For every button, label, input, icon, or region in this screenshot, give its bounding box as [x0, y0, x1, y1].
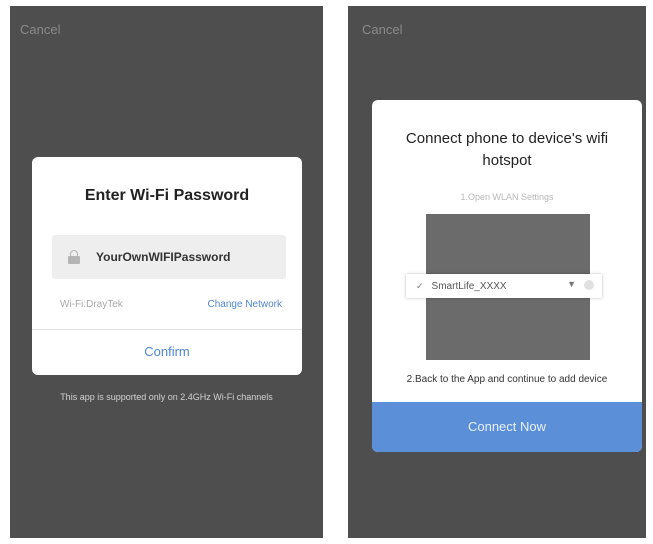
hotspot-dialog: Connect phone to device's wifi hotspot 1… [372, 100, 642, 452]
cancel-button[interactable]: Cancel [362, 22, 402, 37]
network-row: Wi-Fi:DrayTek Change Network [60, 299, 282, 310]
check-icon: ✓ [416, 280, 424, 291]
password-input[interactable]: YourOwnWIFIPassword [52, 235, 286, 279]
dialog-title: Enter Wi-Fi Password [84, 187, 250, 204]
change-network-link[interactable]: Change Network [208, 299, 282, 310]
cancel-button[interactable]: Cancel [20, 22, 60, 37]
wifi-ssid: SmartLife_XXXX [431, 280, 507, 292]
channel-note: This app is supported only on 2.4GHz Wi-… [60, 392, 273, 402]
lock-icon [68, 250, 80, 264]
wifi-list-item[interactable]: ✓ SmartLife_XXXX ▼ [406, 274, 602, 298]
dialog-title: Connect phone to device's wifi hotspot [405, 130, 609, 169]
screen-connect-hotspot: Cancel Connect phone to device's wifi ho… [348, 6, 646, 538]
password-dialog: Enter Wi-Fi Password YourOwnWIFIPassword… [32, 157, 302, 375]
confirm-button[interactable]: Confirm [32, 329, 302, 375]
connect-now-button[interactable]: Connect Now [372, 402, 642, 452]
screen-enter-password: Cancel Enter Wi-Fi Password YourOwnWIFIP… [10, 6, 323, 538]
wifi-icon: ▼ [567, 279, 576, 289]
info-icon [584, 280, 594, 290]
step-1-text: 1.Open WLAN Settings [460, 192, 554, 202]
network-name: Wi-Fi:DrayTek [60, 299, 123, 310]
step-2-text: 2.Back to the App and continue to add de… [406, 374, 608, 385]
password-value: YourOwnWIFIPassword [96, 250, 231, 264]
